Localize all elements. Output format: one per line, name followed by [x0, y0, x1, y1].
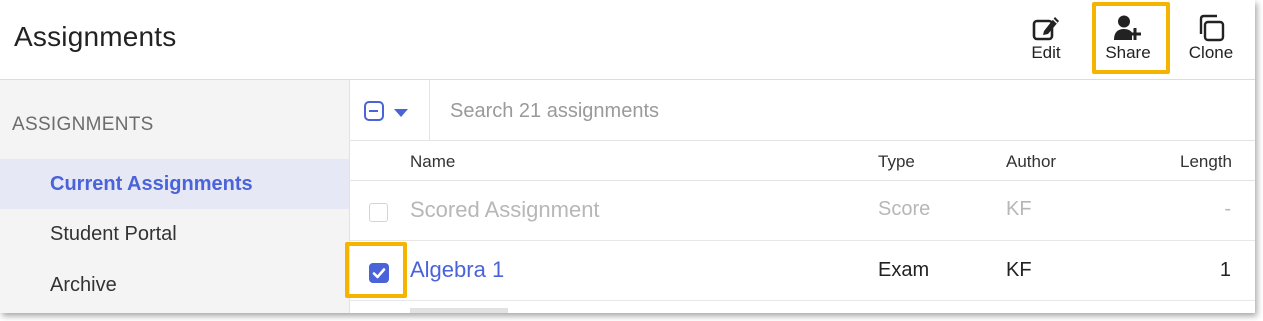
- caret-down-icon: [394, 109, 408, 117]
- header: Assignments Edit Share Clone: [0, 0, 1255, 80]
- share-label: Share: [1105, 43, 1151, 62]
- sidebar-item-archive[interactable]: Archive: [0, 260, 349, 310]
- edit-button[interactable]: Edit: [1014, 10, 1078, 72]
- clone-label: Clone: [1188, 43, 1234, 62]
- row-checkbox-checked[interactable]: [369, 263, 389, 283]
- row-type: Score: [878, 198, 931, 220]
- column-header-author[interactable]: Author: [1006, 152, 1056, 172]
- column-header-length[interactable]: Length: [1180, 152, 1232, 172]
- edit-label: Edit: [1031, 43, 1061, 62]
- scroll-indicator: [410, 308, 508, 313]
- table-row[interactable]: Scored Assignment Score KF -: [350, 181, 1255, 241]
- share-button[interactable]: Share: [1096, 10, 1160, 72]
- app-window: Assignments Edit Share Clone ASSIGNMENTS…: [0, 0, 1255, 313]
- list-toolbar: [350, 80, 1255, 141]
- row-name: Scored Assignment: [410, 197, 600, 222]
- sidebar: ASSIGNMENTS Current Assignments Student …: [0, 80, 350, 313]
- clone-icon: [1199, 14, 1225, 42]
- row-length: 1: [1219, 259, 1231, 281]
- toolbar-divider: [429, 80, 430, 141]
- search-input[interactable]: [450, 96, 1230, 126]
- row-author: KF: [1006, 259, 1032, 281]
- checkmark-icon: [372, 268, 386, 279]
- row-author: KF: [1006, 198, 1032, 220]
- sidebar-item-student-portal[interactable]: Student Portal: [0, 209, 349, 259]
- clone-button[interactable]: Clone: [1179, 10, 1243, 72]
- edit-icon: [1032, 17, 1059, 41]
- table-row[interactable]: Algebra 1 Exam KF 1: [350, 241, 1255, 301]
- row-type: Exam: [878, 259, 930, 281]
- table-header: Name Type Author Length: [350, 141, 1255, 181]
- sidebar-heading: ASSIGNMENTS: [12, 114, 154, 135]
- page-title: Assignments: [14, 21, 177, 52]
- column-header-type[interactable]: Type: [878, 152, 915, 172]
- sidebar-item-current-assignments[interactable]: Current Assignments: [0, 159, 349, 209]
- main-panel: Name Type Author Length Scored Assignmen…: [350, 80, 1255, 313]
- row-length: -: [1224, 198, 1231, 220]
- bulk-select-dropdown[interactable]: [364, 100, 416, 122]
- row-checkbox[interactable]: [369, 203, 388, 222]
- row-name-link[interactable]: Algebra 1: [410, 257, 504, 283]
- column-header-name[interactable]: Name: [410, 152, 455, 172]
- checkbox-indeterminate-icon: [364, 101, 384, 121]
- user-plus-icon: [1114, 15, 1141, 40]
